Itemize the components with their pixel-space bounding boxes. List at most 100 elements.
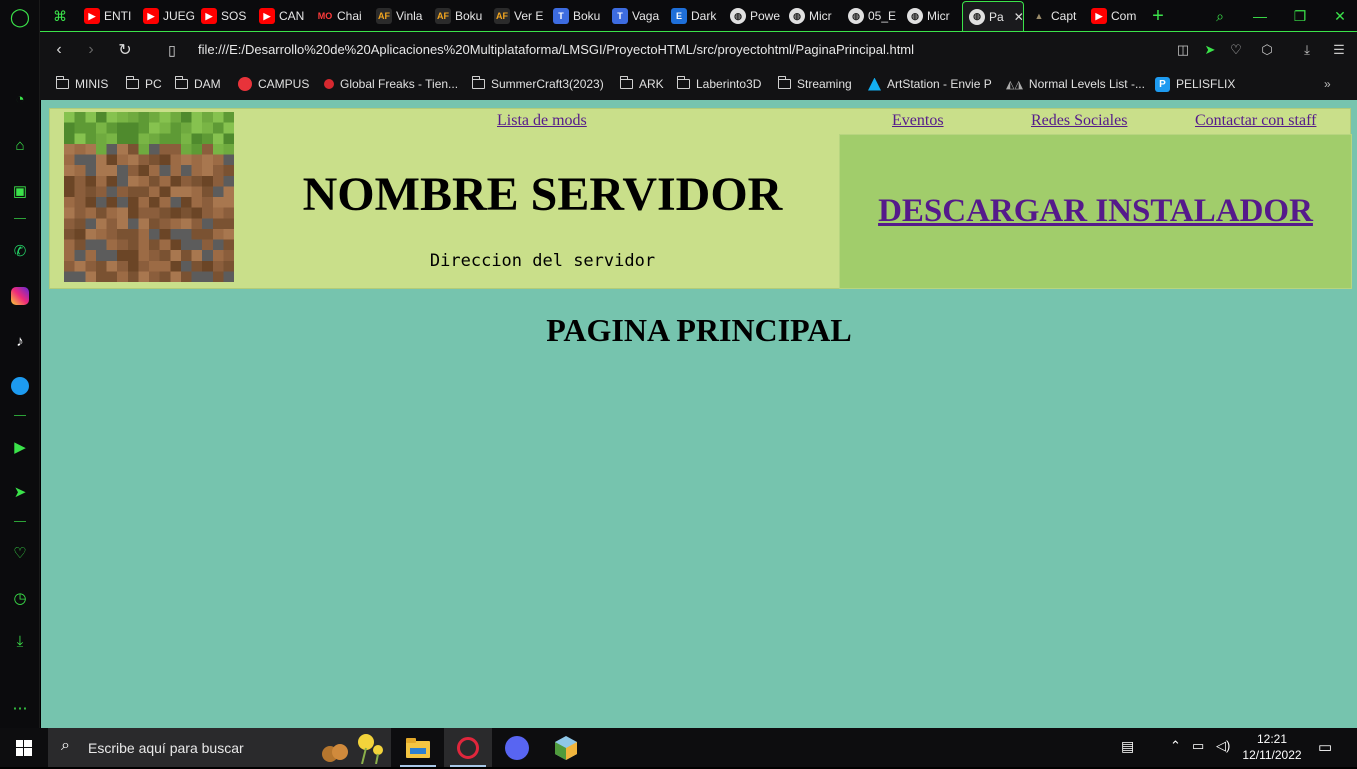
server-name: NOMBRE SERVIDOR [302,168,783,221]
tab[interactable]: ◍ Powe [730,4,785,28]
minimize-icon[interactable]: — [1250,6,1270,26]
close-tab-icon[interactable]: ✕ [1014,10,1023,24]
restore-icon[interactable]: ❐ [1290,6,1310,26]
heart-icon[interactable]: ♡ [9,542,31,564]
download-icon[interactable]: ⤓ [1298,41,1316,59]
tab[interactable]: ▶ JUEG [143,4,198,28]
page-title: PAGINA PRINCIPAL [546,312,852,348]
bookmark-item[interactable]: SummerCraft3(2023) [471,75,604,93]
forward-icon[interactable]: › [81,40,101,60]
bookmark-heart-icon[interactable]: ♡ [1227,41,1245,59]
bookmark-item[interactable]: ArtStation - Envie P [868,75,992,93]
globe-icon: ◍ [789,8,805,24]
bookmark-item[interactable]: ARK [619,75,664,93]
notifications-icon[interactable]: ▭ [1318,738,1332,756]
back-icon[interactable]: ‹ [49,40,69,60]
news-widget-icon[interactable]: ▤ [1121,738,1134,755]
tab[interactable]: ▶ CAN [259,4,314,28]
whatsapp-icon[interactable]: ✆ [9,240,31,262]
tab[interactable]: AF Vinla [376,4,431,28]
globalfreaks-icon [324,79,334,89]
bookmark-item[interactable]: Global Freaks - Tien... [324,75,458,93]
bookmark-label: SummerCraft3(2023) [491,77,604,91]
send-icon[interactable]: ➤ [9,481,31,503]
tab[interactable]: ▶ ENTI [84,4,139,28]
more-icon[interactable]: ⋯ [9,697,31,719]
opera-logo-icon[interactable]: ◯ [9,6,31,28]
opera-gx-taskbar-icon[interactable] [444,728,492,767]
artstation-icon [868,77,881,91]
tiktok-icon[interactable]: ♪ [9,330,31,352]
tab-label: Vinla [396,9,423,23]
tray-overflow-icon[interactable]: ⌃ [1170,738,1181,754]
system-clock[interactable]: 12:21 12/11/2022 [1238,731,1306,763]
youtube-icon: ▶ [259,8,275,24]
tab[interactable]: T Vaga [612,4,667,28]
tab[interactable]: ▶ Com [1091,4,1146,28]
tab[interactable]: E Dark [671,4,726,28]
volume-icon[interactable]: ◁) [1216,738,1230,754]
snapshot-icon[interactable]: ◫ [1174,41,1192,59]
tab-label: Vaga [632,9,660,23]
search-tabs-icon[interactable]: ⌕ [1210,6,1230,26]
tab[interactable]: MO Chai [317,4,372,28]
bookmark-item[interactable]: DAM [174,75,221,93]
tab-label: 05_E [868,9,897,23]
bookmarks-bar: MINIS PC DAM CAMPUS Global Freaks - Tien... S… [40,68,1357,100]
bookmark-item[interactable]: Laberinto3D [676,75,761,93]
nav-link-mods[interactable]: Lista de mods [497,112,587,130]
tab-label: Capt [1051,9,1077,23]
tab-active[interactable]: ◍ Pa ✕ [962,1,1024,31]
windows-start-icon[interactable] [0,728,48,767]
tab-label: Boku [573,9,601,23]
instagram-icon[interactable] [9,285,31,307]
tab[interactable]: ◍ Micr [907,4,962,28]
history-icon[interactable]: ◷ [9,587,31,609]
gx-control-icon[interactable]: ◔ [9,88,31,110]
bookmarks-overflow-icon[interactable]: » [1324,75,1331,93]
player-icon[interactable]: ▶ [9,436,31,458]
tab[interactable]: AF Ver E [494,4,549,28]
tab[interactable]: ▲ Capt [1031,4,1086,28]
file-explorer-icon[interactable] [394,728,442,767]
tab-label: Pa [989,9,1004,24]
network-icon[interactable]: ▭ [1192,738,1204,754]
extensions-icon[interactable]: ⬡ [1258,41,1276,59]
discord-icon[interactable] [493,728,541,767]
reload-icon[interactable]: ↻ [115,40,135,60]
bookmark-item[interactable]: P PELISFLIX [1155,75,1235,93]
tab[interactable]: ◍ Micr [789,4,844,28]
twitch-icon[interactable]: ▣ [9,180,31,202]
tab[interactable]: T Boku [553,4,608,28]
tab[interactable]: ▶ SOS [201,4,256,28]
tab[interactable]: ◍ 05_E [848,4,903,28]
download-installer-link[interactable]: DESCARGAR INSTALADOR [840,193,1351,230]
levels-icon: ◭◮ [1006,78,1023,91]
gamepad-icon[interactable]: ⌘ [50,6,70,26]
url-field[interactable]: file:///E:/Desarrollo%20de%20Aplicacione… [198,42,914,57]
folder-icon [676,76,690,89]
downloads-icon[interactable]: ⤓ [9,630,31,652]
close-window-icon[interactable]: ✕ [1330,6,1350,26]
gx-cleaner-icon[interactable]: ⌂ [9,134,31,156]
twitter-icon[interactable] [9,375,31,397]
send-tab-icon[interactable]: ➤ [1201,41,1219,59]
nav-link-events[interactable]: Eventos [892,112,944,130]
bookmark-item[interactable]: CAMPUS [238,75,309,93]
tmo-icon: T [612,8,628,24]
page-info-icon[interactable]: ▯ [162,40,182,60]
netbeans-icon[interactable] [542,728,590,767]
address-bar: ‹ › ↻ ▯ file:///E:/Desarrollo%20de%20Apl… [40,31,1357,68]
tab[interactable]: AF Boku [435,4,490,28]
bookmark-item[interactable]: Streaming [777,75,852,93]
taskbar-search[interactable]: ⌕ Escribe aquí para buscar [48,728,391,767]
nav-link-staff[interactable]: Contactar con staff [1195,112,1316,130]
bookmark-item[interactable]: ◭◮ Normal Levels List -... [1006,75,1145,93]
easy-setup-icon[interactable]: ☰ [1330,41,1348,59]
bookmark-item[interactable]: MINIS [55,75,108,93]
server-address: Direccion del servidor [429,251,656,271]
bookmark-item[interactable]: PC [125,75,162,93]
tab-label: CAN [279,9,305,23]
nav-link-social[interactable]: Redes Sociales [1031,112,1127,130]
new-tab-icon[interactable]: + [1148,5,1168,27]
